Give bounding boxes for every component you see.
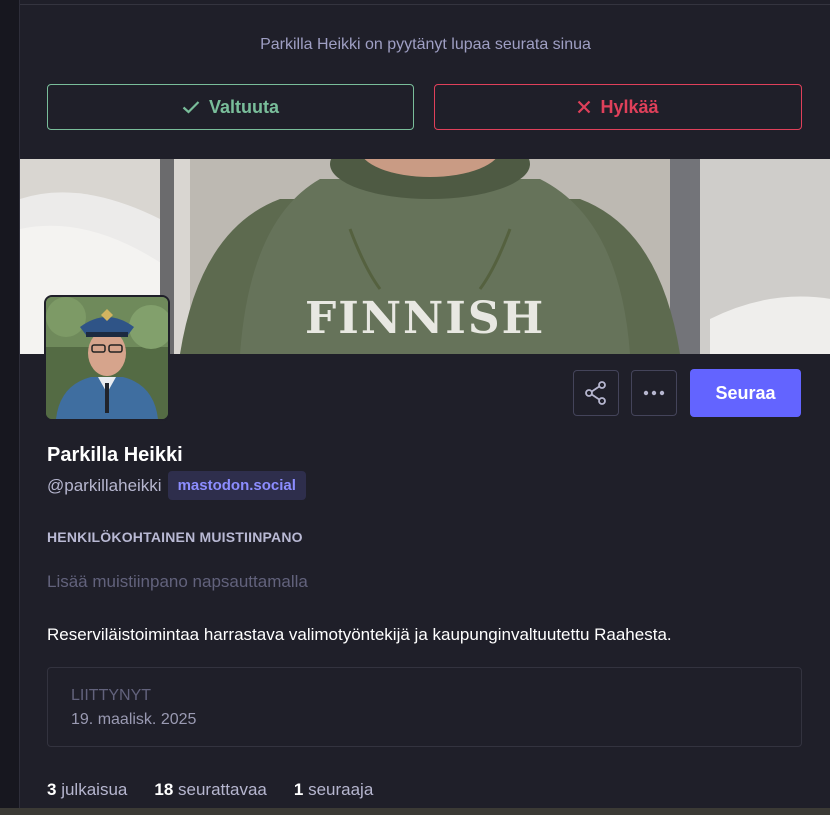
joined-date: 19. maalisk. 2025 (71, 711, 197, 728)
reject-button[interactable]: Hylkää (434, 84, 802, 130)
following-count-link[interactable]: 18 seurattavaa (154, 780, 267, 800)
posts-count: 3 (47, 780, 57, 799)
reject-label: Hylkää (600, 96, 659, 117)
followers-count: 1 (293, 780, 304, 799)
followers-label: seuraaja (308, 780, 374, 799)
personal-note-input[interactable]: Lisää muistiinpano napsauttamalla (47, 572, 308, 592)
avatar[interactable] (44, 295, 170, 421)
follow-button[interactable]: Seuraa (690, 369, 801, 417)
divider (20, 4, 830, 5)
profile-stats: 3 julkaisua 18 seurattavaa 1 seuraaja (47, 780, 373, 800)
shirt-text: FINNISH (305, 293, 546, 344)
joined-label: LIITTYNYT (71, 687, 152, 704)
follow-request-message: Parkilla Heikki on pyytänyt lupaa seurat… (260, 36, 591, 53)
close-icon (578, 100, 591, 114)
profile-bio: Reserviläistoimintaa harrastava valimoty… (47, 625, 672, 644)
posts-count-link[interactable]: 3 julkaisua (47, 780, 127, 800)
joined-field: LIITTYNYT 19. maalisk. 2025 (47, 667, 802, 747)
account-handle-row: @parkillaheikki mastodon.social (47, 471, 306, 500)
profile-panel: Parkilla Heikki on pyytänyt lupaa seurat… (19, 0, 830, 808)
following-count: 18 (154, 780, 174, 799)
personal-note-label: HENKILÖKOHTAINEN MUISTIINPANO (47, 529, 303, 545)
more-icon (643, 390, 665, 396)
display-name: Parkilla Heikki (47, 444, 183, 466)
domain-badge[interactable]: mastodon.social (167, 471, 306, 500)
share-button[interactable] (573, 370, 619, 416)
share-icon (585, 381, 606, 405)
approve-label: Valtuuta (208, 96, 279, 117)
following-label: seurattavaa (178, 780, 267, 799)
followers-count-link[interactable]: 1 seuraaja (294, 780, 373, 800)
more-button[interactable] (631, 370, 677, 416)
check-icon (182, 101, 200, 114)
posts-label: julkaisua (61, 780, 128, 799)
window-bottom-edge (0, 808, 830, 815)
approve-button[interactable]: Valtuuta (47, 84, 414, 130)
account-handle: @parkillaheikki (47, 475, 162, 495)
